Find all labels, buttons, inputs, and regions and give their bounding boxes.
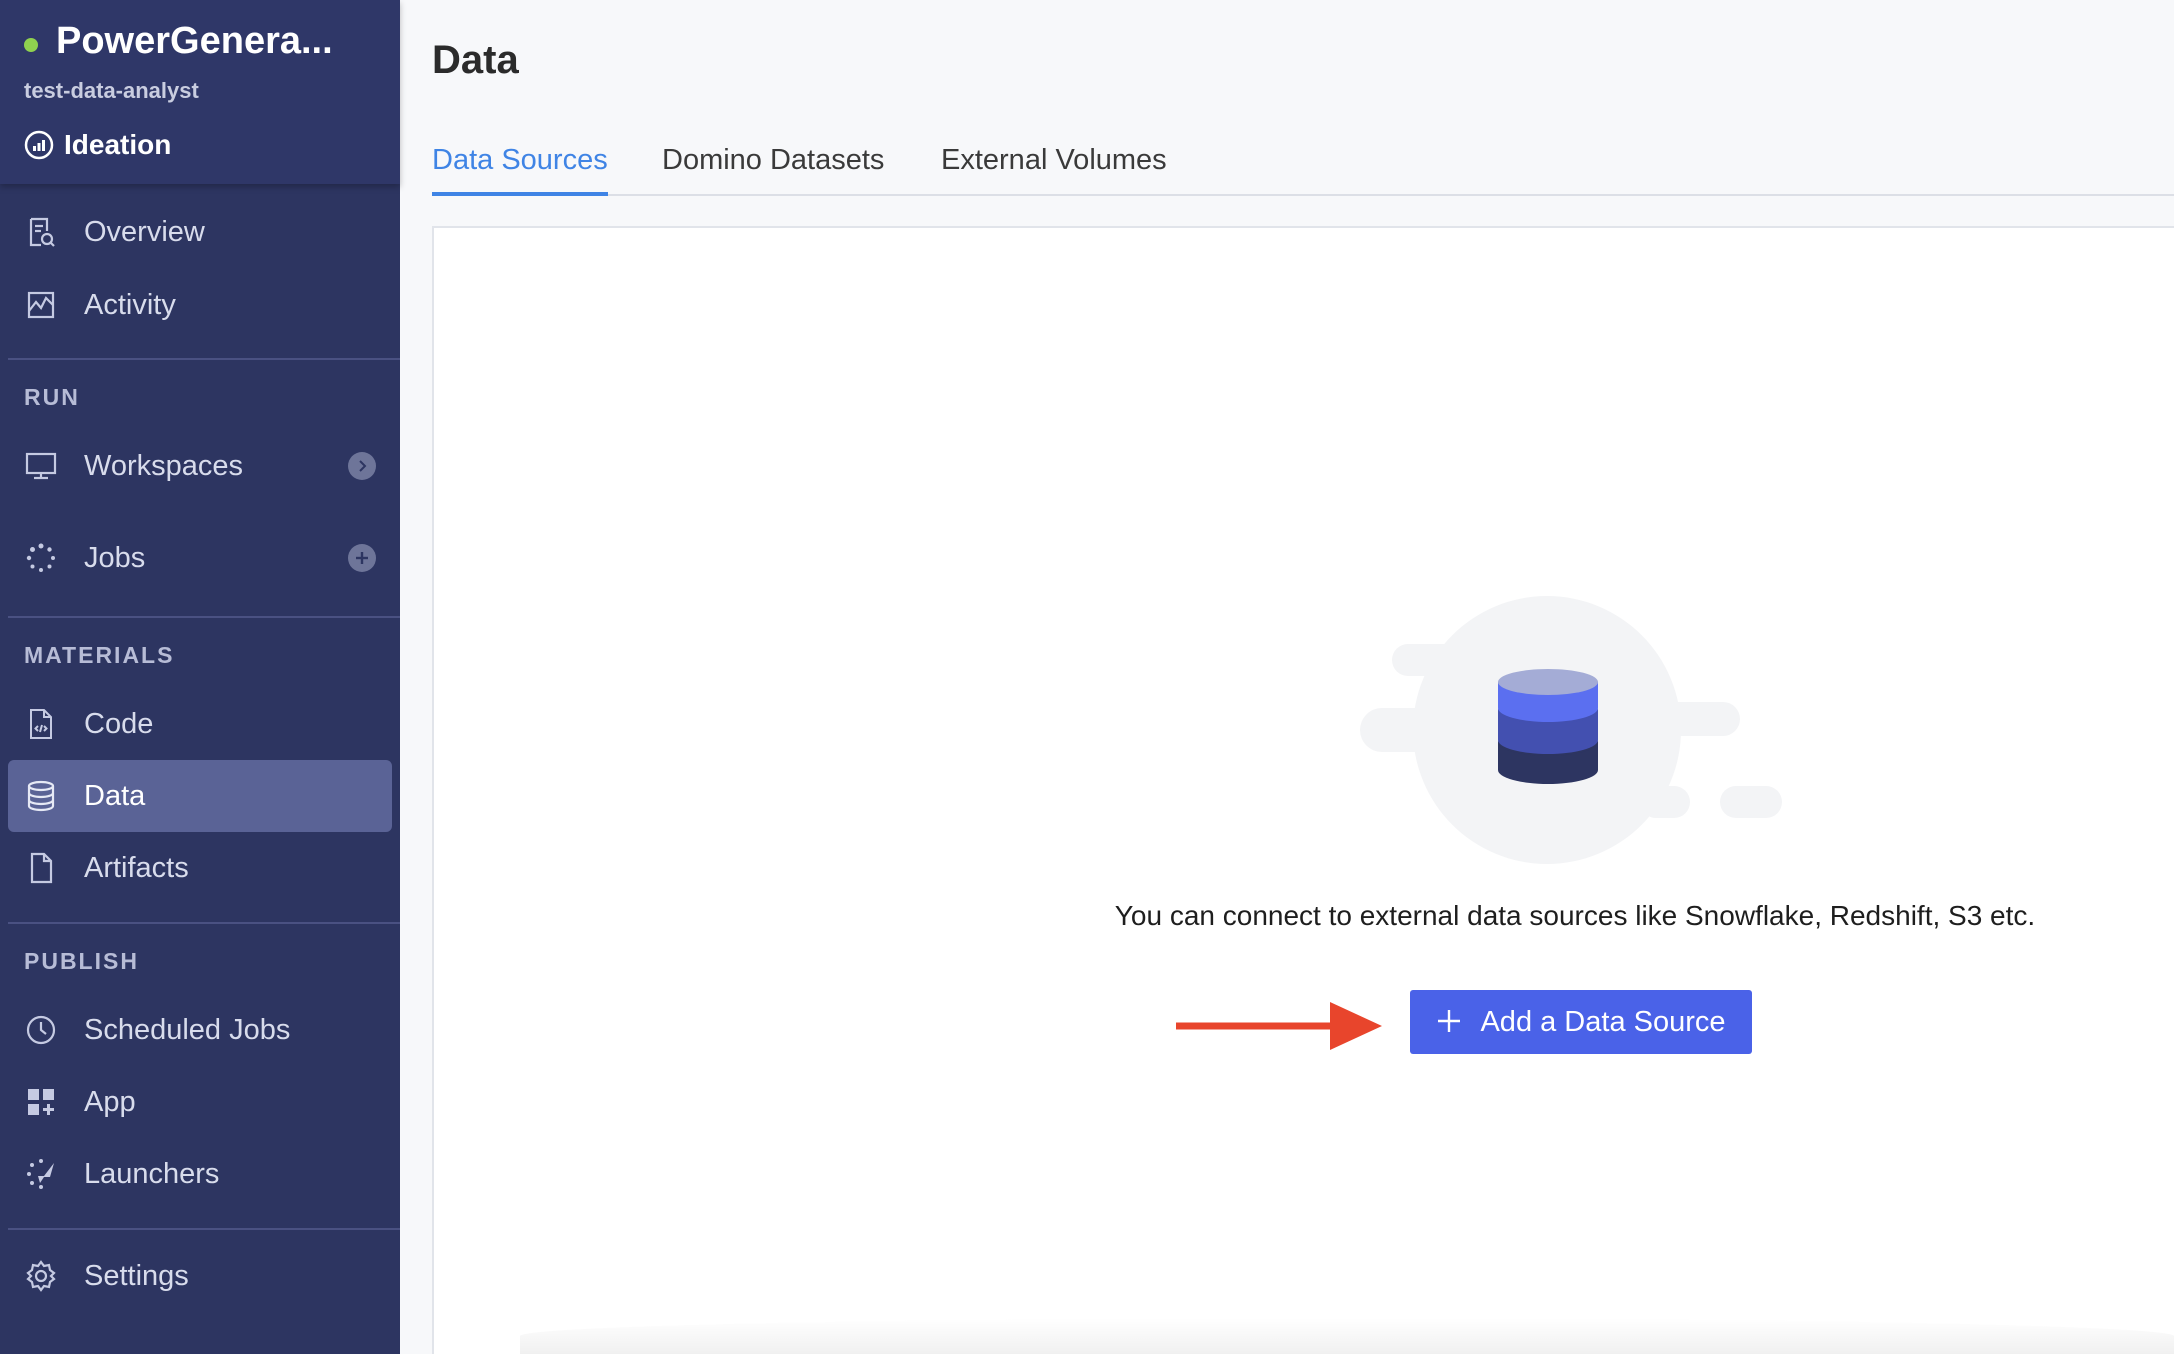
project-header: PowerGenera... test-data-analyst Ideatio… bbox=[0, 0, 400, 184]
section-label-materials: MATERIALS bbox=[24, 642, 175, 668]
monitor-icon bbox=[24, 449, 58, 483]
divider bbox=[8, 922, 400, 924]
divider bbox=[8, 616, 400, 618]
tab-external-volumes[interactable]: External Volumes bbox=[941, 144, 1167, 196]
sidebar-item-label: Scheduled Jobs bbox=[84, 1013, 291, 1046]
divider bbox=[8, 1228, 400, 1230]
launcher-icon bbox=[24, 1157, 58, 1191]
sidebar-item-launchers[interactable]: Launchers bbox=[8, 1138, 392, 1210]
project-stage[interactable]: Ideation bbox=[24, 128, 171, 162]
sidebar-item-workspaces[interactable]: Workspaces bbox=[8, 430, 392, 502]
clock-icon bbox=[24, 1013, 58, 1047]
divider bbox=[8, 358, 400, 360]
sidebar-item-settings[interactable]: Settings bbox=[8, 1240, 392, 1312]
sidebar-item-overview[interactable]: Overview bbox=[8, 196, 392, 268]
page-title: Data bbox=[432, 38, 519, 82]
stage-label: Ideation bbox=[64, 129, 172, 160]
chevron-right-icon[interactable] bbox=[348, 452, 376, 480]
activity-icon bbox=[24, 288, 58, 322]
code-file-icon bbox=[24, 707, 58, 741]
jobs-icon bbox=[24, 541, 58, 575]
database-icon bbox=[24, 779, 58, 813]
sidebar-item-label: Jobs bbox=[84, 541, 146, 574]
sidebar-item-jobs[interactable]: Jobs bbox=[8, 522, 392, 594]
database-illustration bbox=[1360, 596, 1790, 866]
sidebar-item-label: Code bbox=[84, 707, 154, 740]
project-name[interactable]: PowerGenera... bbox=[56, 20, 333, 63]
sidebar-item-label: Overview bbox=[84, 215, 205, 248]
stage-icon bbox=[24, 130, 54, 160]
plus-icon[interactable] bbox=[348, 544, 376, 572]
status-dot bbox=[24, 38, 38, 52]
project-owner[interactable]: test-data-analyst bbox=[24, 78, 199, 104]
sidebar-item-label: App bbox=[84, 1085, 136, 1118]
sidebar-item-code[interactable]: Code bbox=[8, 688, 392, 760]
tab-bar: Data Sources Domino Datasets External Vo… bbox=[432, 140, 2174, 196]
sidebar-item-activity[interactable]: Activity bbox=[8, 269, 392, 341]
panel-bottom-shadow bbox=[520, 1318, 2174, 1354]
section-label-publish: PUBLISH bbox=[24, 948, 139, 974]
overview-icon bbox=[24, 215, 58, 249]
sidebar-item-label: Artifacts bbox=[84, 851, 189, 884]
sidebar-item-data[interactable]: Data bbox=[8, 760, 392, 832]
sidebar-item-label: Launchers bbox=[84, 1157, 220, 1190]
tab-domino-datasets[interactable]: Domino Datasets bbox=[662, 144, 884, 196]
sidebar-item-label: Workspaces bbox=[84, 449, 244, 482]
sidebar-item-scheduled-jobs[interactable]: Scheduled Jobs bbox=[8, 994, 392, 1066]
data-sources-panel bbox=[432, 226, 2174, 1354]
add-data-source-button[interactable]: Add a Data Source bbox=[1410, 990, 1752, 1054]
sidebar-item-artifacts[interactable]: Artifacts bbox=[8, 832, 392, 904]
file-icon bbox=[24, 851, 58, 885]
app-grid-icon bbox=[24, 1085, 58, 1119]
gear-icon bbox=[24, 1259, 58, 1293]
sidebar-item-label: Activity bbox=[84, 288, 176, 321]
sidebar-item-app[interactable]: App bbox=[8, 1066, 392, 1138]
sidebar-item-label: Settings bbox=[84, 1259, 189, 1292]
add-data-source-label: Add a Data Source bbox=[1480, 1005, 1726, 1038]
empty-state-message: You can connect to external data sources… bbox=[1114, 900, 2036, 931]
tab-data-sources[interactable]: Data Sources bbox=[432, 144, 608, 196]
plus-icon bbox=[1436, 1004, 1462, 1040]
sidebar: PowerGenera... test-data-analyst Ideatio… bbox=[0, 0, 400, 1354]
sidebar-item-label: Data bbox=[84, 779, 146, 812]
annotation-arrow bbox=[1174, 998, 1384, 1059]
section-label-run: RUN bbox=[24, 384, 80, 410]
